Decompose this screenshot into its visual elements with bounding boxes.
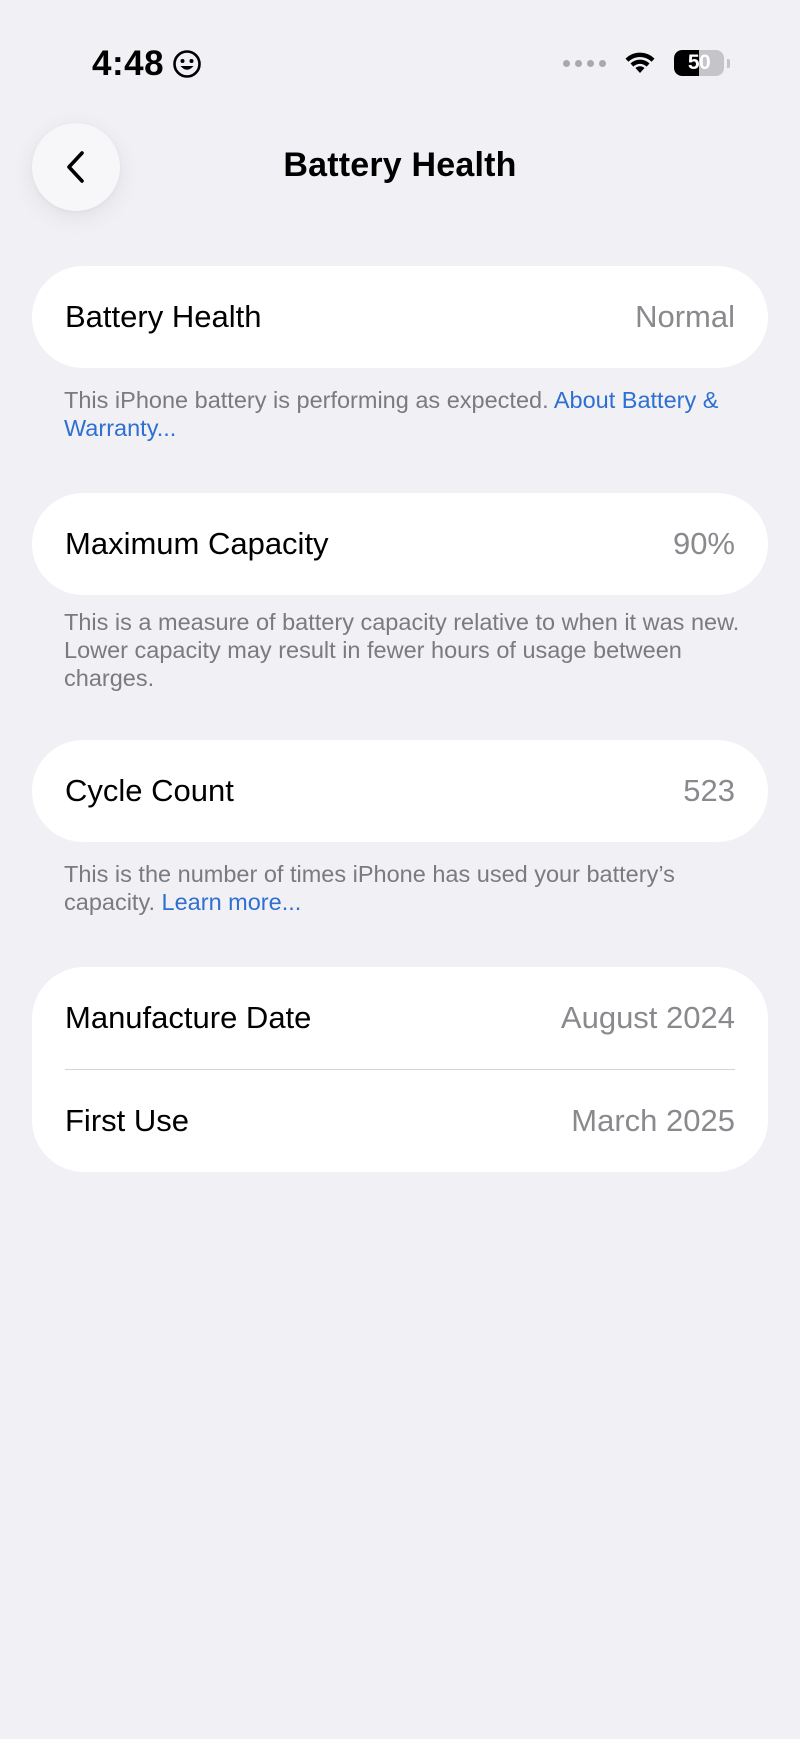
maximum-capacity-value: 90% <box>672 526 735 561</box>
cycle-count-row: Cycle Count 523 <box>32 740 768 842</box>
status-time-group: 4:48 <box>92 44 202 84</box>
maximum-capacity-row: Maximum Capacity 90% <box>32 493 768 595</box>
maximum-capacity-card: Maximum Capacity 90% <box>32 493 768 595</box>
manufacture-date-label: Manufacture Date <box>65 1000 312 1035</box>
battery-health-footnote: This iPhone battery is performing as exp… <box>64 386 754 442</box>
learn-more-link[interactable]: Learn more... <box>162 889 302 915</box>
smiley-icon <box>173 50 201 78</box>
battery-health-value: Normal <box>635 299 735 334</box>
battery-health-label: Battery Health <box>65 299 262 334</box>
battery-health-row: Battery Health Normal <box>32 266 768 368</box>
first-use-row: First Use March 2025 <box>32 1070 768 1172</box>
manufacture-date-row: Manufacture Date August 2024 <box>32 967 768 1069</box>
cycle-count-value: 523 <box>683 773 735 808</box>
status-time: 4:48 <box>92 44 165 83</box>
battery-nub <box>727 58 730 68</box>
cycle-count-card: Cycle Count 523 <box>32 740 768 842</box>
status-right-group: 50 <box>563 50 730 76</box>
battery-health-footnote-text: This iPhone battery is performing as exp… <box>64 387 554 413</box>
battery-level-text: 50 <box>687 51 711 74</box>
cycle-count-footnote: This is the number of times iPhone has u… <box>64 860 754 916</box>
battery-icon: 50 <box>674 50 730 76</box>
dates-card: Manufacture Date August 2024 First Use M… <box>32 967 768 1172</box>
wifi-icon <box>625 52 655 73</box>
maximum-capacity-footnote: This is a measure of battery capacity re… <box>64 608 754 692</box>
battery-health-card: Battery Health Normal <box>32 266 768 368</box>
cycle-count-footnote-text: This is the number of times iPhone has u… <box>64 861 675 915</box>
first-use-label: First Use <box>65 1103 189 1138</box>
page-title: Battery Health <box>283 146 517 184</box>
maximum-capacity-footnote-text: This is a measure of battery capacity re… <box>64 609 740 691</box>
status-bar: 4:48 50 <box>0 0 800 120</box>
cycle-count-label: Cycle Count <box>65 773 234 808</box>
first-use-value: March 2025 <box>571 1103 735 1138</box>
maximum-capacity-label: Maximum Capacity <box>65 526 329 561</box>
battery-body: 50 <box>674 50 724 76</box>
cellular-signal-icon <box>563 59 606 67</box>
manufacture-date-value: August 2024 <box>560 1000 735 1035</box>
